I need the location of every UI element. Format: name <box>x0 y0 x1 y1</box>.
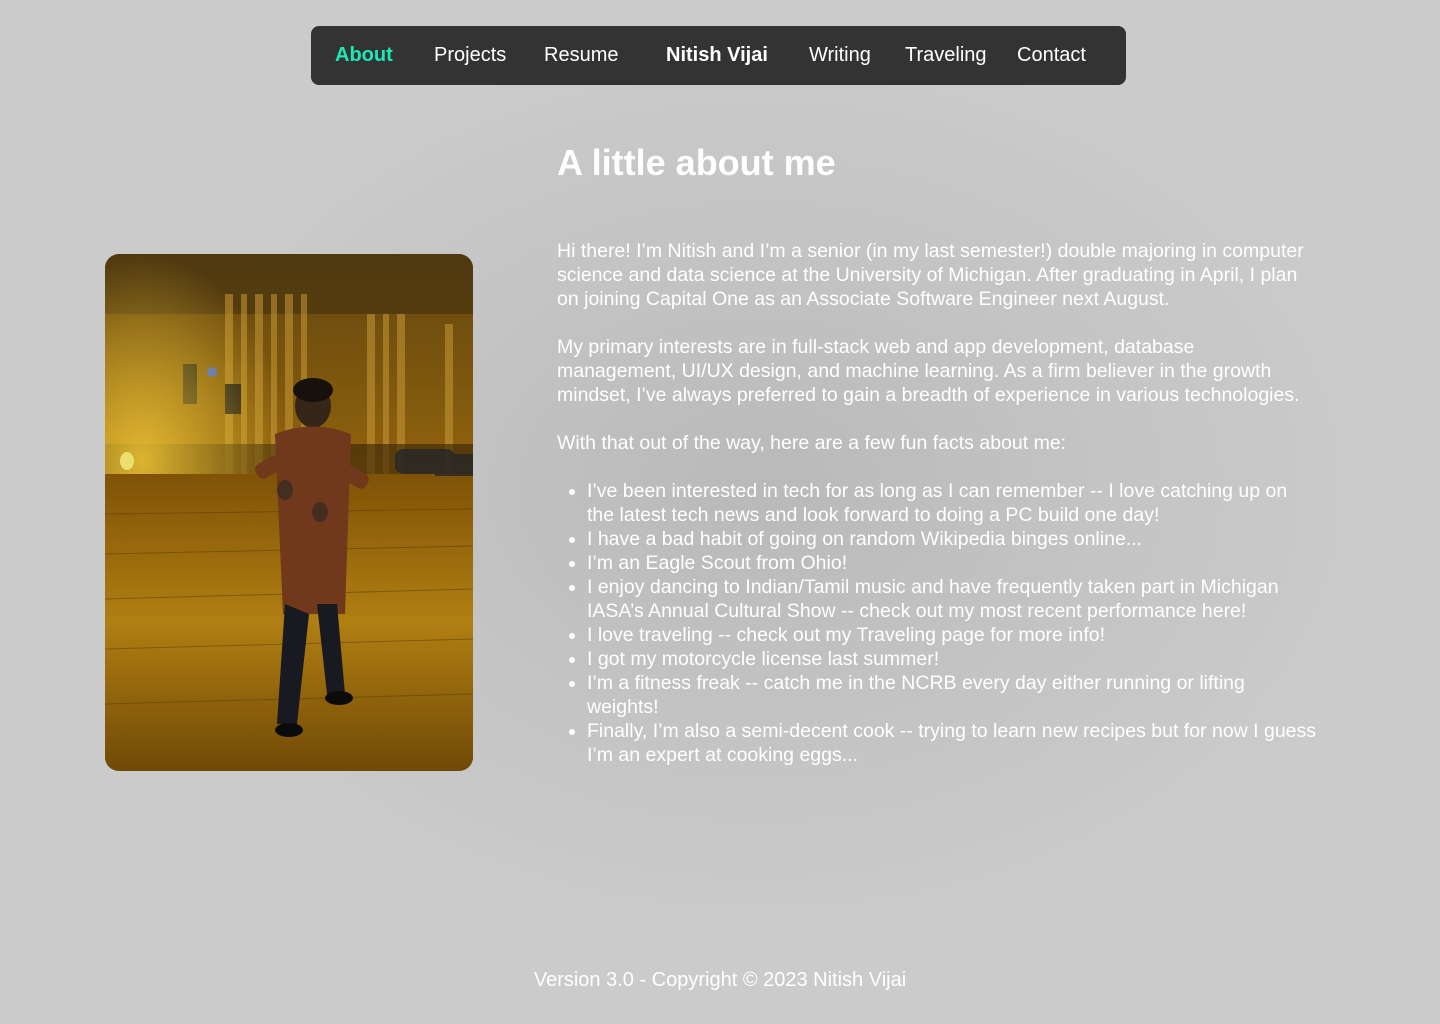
top-navbar: About Projects Resume Nitish Vijai Writi… <box>311 26 1126 85</box>
intro-paragraph: Hi there! I’m Nitish and I’m a senior (i… <box>557 240 1304 310</box>
nav-link-traveling[interactable]: Traveling <box>905 26 987 85</box>
fun-facts-list: I’ve been interested in tech for as long… <box>557 479 1317 767</box>
fun-fact-item: I have a bad habit of going on random Wi… <box>587 527 1317 551</box>
fun-fact-item: Finally, I’m also a semi-decent cook -- … <box>587 719 1317 767</box>
about-heading: A little about me <box>557 142 836 183</box>
interests-paragraph: My primary interests are in full-stack w… <box>557 336 1300 406</box>
fun-fact-item: I’m an Eagle Scout from Ohio! <box>587 551 1317 575</box>
fun-fact-item: I got my motorcycle license last summer! <box>587 647 1317 671</box>
fun-fact-item: I’ve been interested in tech for as long… <box>587 479 1317 527</box>
fun-facts-intro: With that out of the way, here are a few… <box>557 432 1067 454</box>
footer-copyright: Version 3.0 - Copyright © 2023 Nitish Vi… <box>533 969 907 991</box>
fun-fact-item: I enjoy dancing to Indian/Tamil music an… <box>587 575 1317 623</box>
nav-link-resume[interactable]: Resume <box>544 26 618 85</box>
nav-link-about[interactable]: About <box>335 26 393 85</box>
about-section: A little about me Hi there! I’m Nitish a… <box>557 140 1317 767</box>
profile-photo <box>105 254 473 771</box>
nav-link-projects[interactable]: Projects <box>434 26 506 85</box>
nav-link-writing[interactable]: Writing <box>809 26 871 85</box>
nav-brand-name[interactable]: Nitish Vijai <box>666 26 768 85</box>
fun-fact-item: I love traveling -- check out my Traveli… <box>587 623 1317 647</box>
nav-link-contact[interactable]: Contact <box>1017 26 1086 85</box>
fun-fact-item: I’m a fitness freak -- catch me in the N… <box>587 671 1317 719</box>
